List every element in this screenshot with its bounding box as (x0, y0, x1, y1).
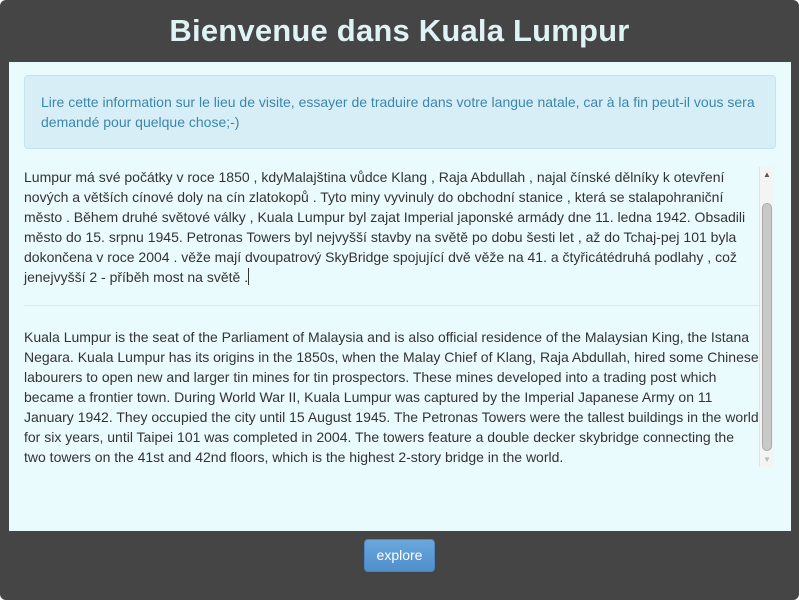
english-paragraph: Kuala Lumpur is the seat of the Parliame… (24, 329, 759, 465)
text-caret (248, 268, 250, 285)
scroll-up-arrow-icon[interactable]: ▲ (760, 167, 774, 182)
explore-button[interactable]: explore (363, 539, 436, 572)
content-panel: Lire cette information sur le lieu de vi… (9, 62, 791, 531)
info-alert-text: Lire cette information sur le lieu de vi… (41, 94, 755, 130)
vertical-scrollbar[interactable]: ▲ ▼ (759, 167, 774, 467)
info-alert: Lire cette information sur le lieu de vi… (24, 75, 776, 149)
app-window: Bienvenue dans Kuala Lumpur Lire cette i… (0, 0, 799, 600)
header-bar: Bienvenue dans Kuala Lumpur (0, 0, 799, 62)
scroll-thumb[interactable] (762, 203, 772, 451)
czech-paragraph[interactable]: Lumpur má své počátky v roce 1850 , kdyM… (24, 167, 759, 287)
scroll-down-arrow-icon[interactable]: ▼ (760, 452, 774, 467)
paragraph-divider (24, 305, 759, 306)
page-title: Bienvenue dans Kuala Lumpur (169, 13, 630, 48)
czech-text: Lumpur má své počátky v roce 1850 , kdyM… (24, 169, 746, 285)
footer-bar: explore (0, 531, 799, 600)
text-editor[interactable]: Lumpur má své počátky v roce 1850 , kdyM… (24, 167, 759, 467)
